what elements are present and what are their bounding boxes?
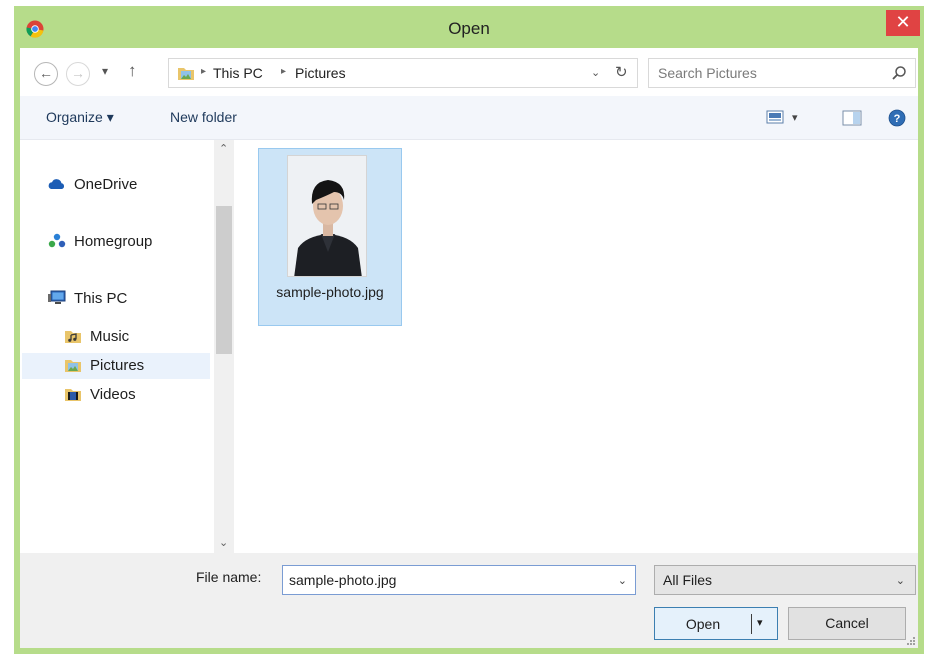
open-options-dropdown-icon[interactable]: ▾	[757, 616, 763, 629]
search-icon[interactable]	[891, 65, 907, 81]
file-name-label: File name:	[196, 569, 262, 585]
search-input[interactable]: Search Pictures	[658, 65, 757, 81]
file-type-select[interactable]: All Files ⌄	[654, 565, 916, 595]
new-folder-button[interactable]: New folder	[170, 109, 237, 125]
forward-button[interactable]: →	[66, 62, 90, 86]
sidebar-item-label: This PC	[74, 290, 128, 307]
preview-pane-icon[interactable]	[842, 110, 862, 126]
svg-text:?: ?	[894, 113, 901, 125]
cloud-icon	[48, 179, 65, 189]
sidebar-item-this-pc[interactable]: This PC	[48, 286, 208, 312]
file-name-value[interactable]: sample-photo.jpg	[289, 572, 396, 588]
file-name-dropdown-icon[interactable]: ⌄	[618, 574, 627, 587]
back-button[interactable]: ←	[34, 62, 58, 86]
music-folder-icon	[65, 331, 81, 343]
sidebar-item-music[interactable]: Music	[64, 324, 208, 350]
open-button-label: Open	[685, 616, 721, 632]
content-area: OneDrive Homegroup This PC Music Picture…	[20, 140, 918, 553]
breadcrumb-separator: ▸	[281, 66, 287, 77]
sidebar-item-label: Music	[90, 328, 130, 345]
sidebar-item-videos[interactable]: Videos	[64, 382, 208, 408]
computer-icon	[48, 290, 66, 304]
photo-thumbnail	[287, 155, 367, 277]
sidebar-item-label: Homegroup	[74, 233, 153, 250]
pictures-folder-icon	[65, 360, 81, 372]
address-bar[interactable]: ▸ This PC ▸ Pictures ⌄ ↻	[168, 58, 638, 88]
split-divider	[751, 614, 752, 634]
navigation-pane: OneDrive Homegroup This PC Music Picture…	[20, 140, 210, 553]
file-type-dropdown-icon[interactable]: ⌄	[896, 574, 905, 587]
file-type-value: All Files	[663, 572, 713, 588]
up-button[interactable]: ↑	[128, 61, 137, 81]
file-name-field[interactable]: sample-photo.jpg ⌄	[282, 565, 636, 595]
sidebar-item-pictures[interactable]: Pictures	[22, 353, 210, 379]
homegroup-icon	[48, 233, 66, 248]
open-dialog-window: Open ✕ ← → ▾ ↑ ▸ This PC ▸ Pictures ⌄ ↻	[14, 6, 924, 654]
refresh-icon[interactable]: ↻	[615, 63, 628, 81]
sidebar-item-homegroup[interactable]: Homegroup	[48, 229, 208, 255]
sidebar-item-label: OneDrive	[74, 176, 138, 193]
open-button[interactable]: Open ▾	[654, 607, 778, 640]
portrait-image	[288, 156, 366, 276]
scroll-down-arrow-icon[interactable]: ⌄	[219, 536, 228, 549]
view-options-dropdown[interactable]: ▾	[792, 111, 798, 124]
videos-folder-icon	[65, 389, 81, 401]
navigation-pane-scrollbar[interactable]: ⌃ ⌄	[214, 140, 234, 553]
dialog-footer: File name: sample-photo.jpg ⌄ All Files …	[20, 553, 918, 648]
pictures-folder-icon	[178, 68, 194, 80]
sidebar-item-onedrive[interactable]: OneDrive	[48, 172, 208, 198]
file-name-label: sample-photo.jpg	[276, 284, 384, 300]
title-bar[interactable]: Open ✕	[14, 6, 924, 48]
organize-menu-button[interactable]: Organize ▾	[46, 109, 114, 126]
navigation-bar: ← → ▾ ↑ ▸ This PC ▸ Pictures ⌄ ↻ Search …	[20, 48, 918, 96]
resize-grip-icon[interactable]	[906, 636, 916, 646]
recent-locations-dropdown[interactable]: ▾	[102, 64, 108, 78]
cancel-button[interactable]: Cancel	[788, 607, 906, 640]
breadcrumb-separator: ▸	[201, 66, 207, 77]
breadcrumb-pictures[interactable]: Pictures	[295, 65, 346, 81]
file-item-sample-photo[interactable]: sample-photo.jpg	[258, 148, 402, 326]
scrollbar-thumb[interactable]	[216, 206, 232, 354]
breadcrumb-this-pc[interactable]: This PC	[213, 65, 263, 81]
sidebar-item-label: Videos	[90, 386, 136, 403]
close-button[interactable]: ✕	[886, 10, 920, 36]
sidebar-item-label: Pictures	[90, 357, 145, 374]
search-box[interactable]: Search Pictures	[648, 58, 916, 88]
address-dropdown-icon[interactable]: ⌄	[591, 66, 600, 79]
help-icon[interactable]: ?	[888, 109, 906, 127]
dialog-client: ← → ▾ ↑ ▸ This PC ▸ Pictures ⌄ ↻ Search …	[20, 48, 918, 648]
command-bar: Organize ▾ New folder ▾ ?	[20, 96, 918, 140]
change-view-icon[interactable]	[766, 110, 784, 124]
scroll-up-arrow-icon[interactable]: ⌃	[219, 142, 228, 155]
dialog-title: Open	[448, 19, 490, 38]
